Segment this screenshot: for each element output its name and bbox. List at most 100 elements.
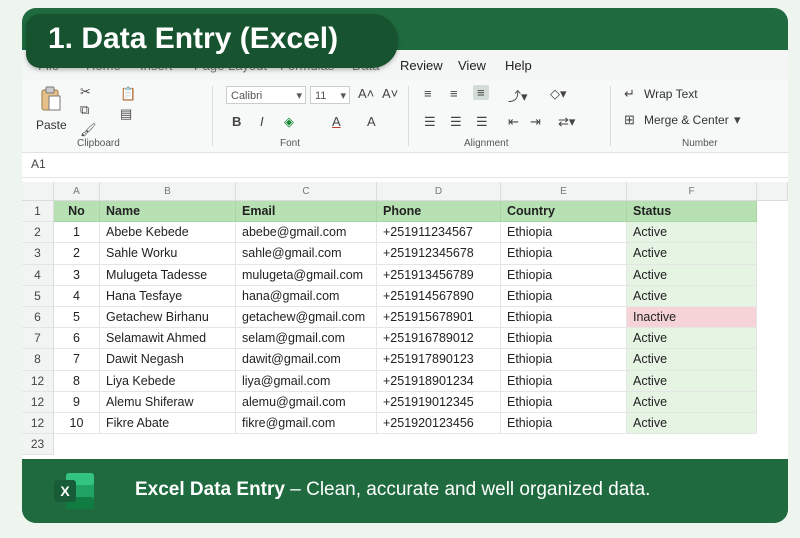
column-title-name[interactable]: Name [100, 201, 236, 223]
column-header[interactable] [757, 182, 788, 201]
font-name-dropdown[interactable]: Calibri ▾ [226, 86, 306, 104]
column-header[interactable]: D [377, 182, 501, 201]
cell-phone[interactable]: +251918901234 [377, 370, 501, 392]
font-effects-icon[interactable]: A [367, 114, 376, 129]
cell-country[interactable]: Ethiopia [501, 307, 627, 329]
cell-phone[interactable]: +251913456789 [377, 264, 501, 286]
cell-name[interactable]: Liya Kebede [100, 370, 236, 392]
cell-name[interactable]: Alemu Shiferaw [100, 391, 236, 413]
cell-phone[interactable]: +251920123456 [377, 413, 501, 435]
row-header[interactable]: 2 [22, 222, 54, 244]
column-header[interactable]: E [501, 182, 627, 201]
row-header[interactable]: 12 [22, 370, 54, 392]
orientation-icon[interactable]: ⤴▾ [508, 86, 528, 105]
font-size-dropdown[interactable]: 11 ▾ [310, 86, 350, 104]
cut-icon[interactable]: ✂ [80, 84, 91, 100]
cell-no[interactable]: 1 [54, 222, 100, 244]
cell-no[interactable]: 3 [54, 264, 100, 286]
cell-country[interactable]: Ethiopia [501, 413, 627, 435]
cell-email[interactable]: selam@gmail.com [236, 328, 377, 350]
align-center-icon[interactable]: ☰ [450, 114, 462, 130]
cell-country[interactable]: Ethiopia [501, 328, 627, 350]
cell-country[interactable]: Ethiopia [501, 285, 627, 307]
cell-country[interactable]: Ethiopia [501, 391, 627, 413]
row-header[interactable]: 8 [22, 349, 54, 371]
cell-name[interactable]: Selamawit Ahmed [100, 328, 236, 350]
cell-status[interactable]: Active [627, 264, 757, 286]
cell-no[interactable]: 6 [54, 328, 100, 350]
cell-no[interactable]: 7 [54, 349, 100, 371]
row-header[interactable]: 4 [22, 264, 54, 286]
clipboard-icon[interactable]: 📋 [120, 86, 136, 102]
cell-country[interactable]: Ethiopia [501, 370, 627, 392]
decrease-font-icon[interactable]: A˅ [382, 86, 398, 101]
row-header[interactable]: 7 [22, 328, 54, 350]
column-title-email[interactable]: Email [236, 201, 377, 223]
cell-phone[interactable]: +251916789012 [377, 328, 501, 350]
cell-no[interactable]: 9 [54, 391, 100, 413]
column-header[interactable]: F [627, 182, 757, 201]
fill-color-icon[interactable]: ◈ [284, 114, 294, 130]
cell-name[interactable]: Fikre Abate [100, 413, 236, 435]
text-direction-icon[interactable]: ⇄▾ [558, 114, 575, 130]
cell-email[interactable]: dawit@gmail.com [236, 349, 377, 371]
cell-status[interactable]: Active [627, 349, 757, 371]
paste-special-icon[interactable]: ▤ [120, 106, 132, 122]
cell-no[interactable]: 5 [54, 307, 100, 329]
cell-email[interactable]: getachew@gmail.com [236, 307, 377, 329]
align-top-icon[interactable]: ≡ [424, 86, 432, 101]
cell-phone[interactable]: +251912345678 [377, 243, 501, 265]
align-bottom-icon[interactable]: ≡ [473, 85, 489, 100]
increase-indent-icon[interactable]: ⇥ [530, 114, 541, 130]
select-all-corner[interactable] [22, 182, 54, 201]
cell-no[interactable]: 2 [54, 243, 100, 265]
cell-email[interactable]: liya@gmail.com [236, 370, 377, 392]
align-left-icon[interactable]: ☰ [424, 114, 436, 130]
cell-name[interactable]: Getachew Birhanu [100, 307, 236, 329]
increase-font-icon[interactable]: A˄ [358, 86, 374, 101]
cell-no[interactable]: 10 [54, 413, 100, 435]
indent-icon[interactable]: ◇▾ [550, 86, 567, 102]
row-header[interactable]: 5 [22, 285, 54, 307]
cell-name[interactable]: Sahle Worku [100, 243, 236, 265]
tab-review[interactable]: Review [400, 58, 443, 73]
cell-country[interactable]: Ethiopia [501, 222, 627, 244]
row-header[interactable]: 12 [22, 391, 54, 413]
cell-status[interactable]: Inactive [627, 307, 757, 329]
cell-email[interactable]: abebe@gmail.com [236, 222, 377, 244]
row-header[interactable]: 12 [22, 413, 54, 435]
italic-icon[interactable]: I [260, 114, 264, 129]
cell-status[interactable]: Active [627, 370, 757, 392]
row-header[interactable]: 1 [22, 201, 54, 223]
copy-icon[interactable]: ⧉ [80, 102, 89, 118]
cell-name[interactable]: Hana Tesfaye [100, 285, 236, 307]
cell-email[interactable]: hana@gmail.com [236, 285, 377, 307]
row-header[interactable]: 6 [22, 307, 54, 329]
cell-status[interactable]: Active [627, 285, 757, 307]
cell-phone[interactable]: +251915678901 [377, 307, 501, 329]
cell-phone[interactable]: +251911234567 [377, 222, 501, 244]
cell-country[interactable]: Ethiopia [501, 243, 627, 265]
cell-email[interactable]: sahle@gmail.com [236, 243, 377, 265]
column-header[interactable]: B [100, 182, 236, 201]
cell-status[interactable]: Active [627, 413, 757, 435]
cell-name[interactable]: Dawit Negash [100, 349, 236, 371]
name-box[interactable]: A1 [31, 157, 46, 171]
bold-icon[interactable]: B [232, 114, 241, 129]
cell-status[interactable]: Active [627, 222, 757, 244]
column-title-status[interactable]: Status [627, 201, 757, 223]
cell-country[interactable]: Ethiopia [501, 264, 627, 286]
cell-no[interactable]: 4 [54, 285, 100, 307]
cell-phone[interactable]: +251917890123 [377, 349, 501, 371]
cell-status[interactable]: Active [627, 243, 757, 265]
row-header[interactable]: 23 [22, 434, 54, 456]
column-header[interactable]: C [236, 182, 377, 201]
format-painter-icon[interactable]: 🖌 [80, 122, 97, 138]
decrease-indent-icon[interactable]: ⇤ [508, 114, 519, 130]
cell-email[interactable]: alemu@gmail.com [236, 391, 377, 413]
column-title-phone[interactable]: Phone [377, 201, 501, 223]
font-color-icon[interactable]: A [332, 114, 341, 129]
tab-help[interactable]: Help [505, 58, 532, 73]
cell-status[interactable]: Active [627, 328, 757, 350]
column-title-no[interactable]: No [54, 201, 100, 223]
